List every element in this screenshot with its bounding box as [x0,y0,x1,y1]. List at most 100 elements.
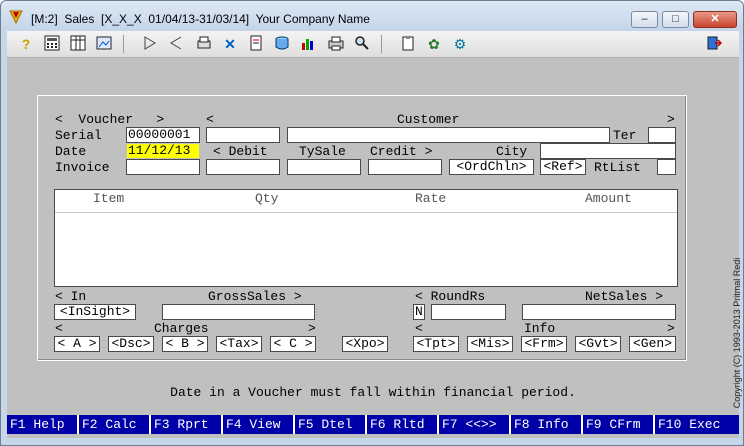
ref-button[interactable]: <Ref> [540,159,586,175]
customer-header-left[interactable]: < [206,113,214,127]
info-frm-button[interactable]: <Frm> [521,336,567,352]
form-area: < Voucher > < Customer > Serial 00000001… [7,58,742,438]
roundrs-flag-field[interactable]: N [413,304,425,320]
f5-dtel-key[interactable]: F5 Dtel [295,415,365,434]
charge-c-button[interactable]: < C > [270,336,316,352]
info-gen-button[interactable]: <Gen> [629,336,676,352]
debit-label[interactable]: < Debit [213,145,268,159]
city-field[interactable] [540,143,676,159]
document-icon[interactable] [247,35,265,53]
charges-left[interactable]: < [55,322,63,336]
application-window: [M:2] Sales [X_X_X 01/04/13-31/03/14] Yo… [0,0,744,446]
column-rate: Rate [415,191,447,206]
roundrs-label[interactable]: < RoundRs [415,290,485,304]
charge-a-button[interactable]: < A > [54,336,100,352]
image-icon[interactable] [95,35,113,53]
printer-icon[interactable] [327,35,345,53]
ordchln-button[interactable]: <OrdChln> [449,159,534,175]
info-mis-button[interactable]: <Mis> [467,336,513,352]
netsales-field[interactable] [522,304,676,320]
column-amount: Amount [585,191,632,206]
copyright-text: Copyright (C) 1993-2013 Pritmal Redi [732,257,742,409]
serial-label: Serial [55,128,102,143]
info-right[interactable]: > [667,322,675,336]
netsales-label[interactable]: NetSales > [585,290,663,304]
credit-field[interactable] [368,159,442,175]
debit-field[interactable] [206,159,280,175]
grosssales-label[interactable]: GrossSales > [208,290,302,304]
back-icon[interactable] [167,35,185,53]
items-grid[interactable]: Item Qty Rate Amount [54,189,678,287]
customer-header-label: Customer [397,112,460,127]
rtlist-field[interactable] [657,159,676,175]
ter-field[interactable] [648,127,676,143]
credit-label[interactable]: Credit > [370,145,432,159]
f8-info-key[interactable]: F8 Info [511,415,581,434]
f1-help-key[interactable]: F1 Help [7,415,77,434]
toolbar-separator [123,35,124,53]
database-icon[interactable] [273,35,291,53]
date-field[interactable]: 11/12/13 [126,143,200,159]
xpo-button[interactable]: <Xpo> [342,336,388,352]
invoice-label: Invoice [55,160,110,175]
date-label: Date [55,144,87,159]
grosssales-field[interactable] [162,304,315,320]
table-icon[interactable] [69,35,87,53]
serial-field[interactable]: 00000001 [126,127,200,143]
exit-icon[interactable] [705,35,723,53]
rtlist-label: RtList [594,160,641,175]
print-setup-icon[interactable] [195,35,213,53]
f2-calc-key[interactable]: F2 Calc [79,415,149,434]
calculator-icon[interactable] [43,35,61,53]
app-icon [9,10,23,24]
info-tpt-button[interactable]: <Tpt> [413,336,459,352]
title-bar[interactable]: [M:2] Sales [X_X_X 01/04/13-31/03/14] Yo… [1,1,743,31]
f3-rprt-key[interactable]: F3 Rprt [151,415,221,434]
maximize-icon: □ [672,13,679,25]
column-item: Item [93,191,125,206]
search-icon[interactable] [353,35,371,53]
toolbar-separator [381,35,382,53]
copyright-notice: Copyright (C) 1993-2013 Pritmal Redi [727,248,742,428]
status-message: Date in a Voucher must fall within finan… [170,385,576,400]
close-button[interactable]: ✕ [693,11,737,28]
info-label: Info [524,321,556,336]
clipboard-icon[interactable] [399,35,417,53]
tools-icon[interactable]: ✕ [221,35,239,53]
column-qty: Qty [255,191,279,206]
f10-exec-key[interactable]: F10 Exec [655,415,739,434]
charge-b-button[interactable]: < B > [162,336,208,352]
f4-view-key[interactable]: F4 View [223,415,293,434]
tysale-field[interactable] [287,159,361,175]
chart-icon[interactable] [299,35,317,53]
charges-right[interactable]: > [308,322,316,336]
close-icon: ✕ [710,13,720,25]
voucher-header-label[interactable]: < Voucher > [55,113,164,127]
in-label[interactable]: < In [55,290,86,304]
f9-cfrm-key[interactable]: F9 CFrm [583,415,653,434]
customer-code-field[interactable] [206,127,280,143]
info-left[interactable]: < [415,322,423,336]
f7-nav-key[interactable]: F7 <<>> [439,415,509,434]
customer-header-right[interactable]: > [667,113,675,127]
help-icon[interactable]: ? [17,35,35,53]
items-grid-header: Item Qty Rate Amount [55,190,677,206]
grid-divider [55,212,677,213]
settings-icon[interactable]: ⚙ [451,35,469,53]
minimize-button[interactable]: – [631,11,658,28]
invoice-field[interactable] [126,159,200,175]
charge-tax-button[interactable]: <Tax> [216,336,262,352]
ter-label: Ter [613,128,637,143]
city-label: City [496,144,528,159]
window-title: [M:2] Sales [X_X_X 01/04/13-31/03/14] Yo… [31,12,370,26]
f6-rltd-key[interactable]: F6 Rltd [367,415,437,434]
play-icon[interactable] [141,35,159,53]
info-gvt-button[interactable]: <Gvt> [575,336,621,352]
palette-icon[interactable]: ✿ [425,35,443,53]
roundrs-field[interactable] [431,304,506,320]
customer-name-field[interactable] [287,127,610,143]
maximize-button[interactable]: □ [662,11,689,28]
minimize-icon: – [641,13,648,25]
charge-dsc-button[interactable]: <Dsc> [108,336,154,352]
insight-button[interactable]: <InSight> [54,304,136,320]
